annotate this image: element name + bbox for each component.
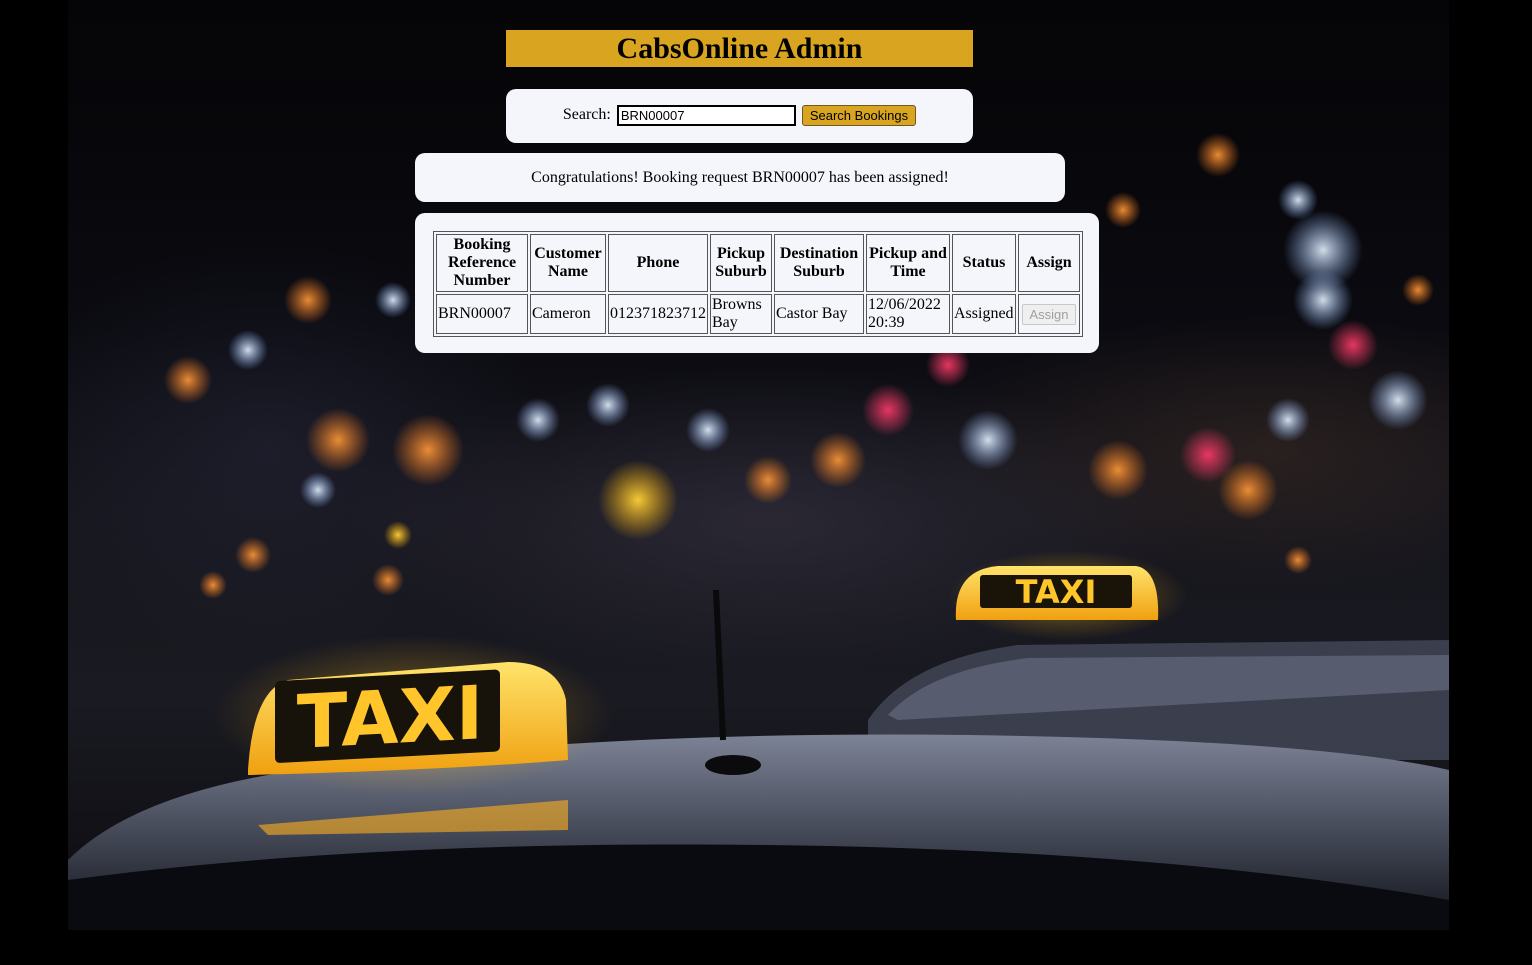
bookings-table: Booking Reference Number Customer Name P… xyxy=(433,231,1083,337)
header-assign: Assign xyxy=(1018,234,1080,292)
search-row: Search: Search Bookings xyxy=(506,105,973,126)
message-panel: Congratulations! Booking request BRN0000… xyxy=(415,153,1065,202)
bokeh-lights xyxy=(164,133,1434,599)
results-panel: Booking Reference Number Customer Name P… xyxy=(415,213,1099,353)
header-booking-ref: Booking Reference Number xyxy=(436,234,528,292)
cell-status: Assigned xyxy=(952,294,1016,334)
near-sign-text: TAXI xyxy=(297,670,484,766)
header-status: Status xyxy=(952,234,1016,292)
status-message: Congratulations! Booking request BRN0000… xyxy=(531,169,949,186)
far-sign-text: TAXI xyxy=(1016,573,1097,611)
cell-pickup-suburb: Browns Bay xyxy=(710,294,772,334)
header-pickup-time: Pickup and Time xyxy=(866,234,950,292)
search-label: Search: xyxy=(562,106,611,124)
table-row: BRN00007 Cameron 012371823712 Browns Bay… xyxy=(436,294,1080,334)
page-title: CabsOnline Admin xyxy=(506,30,973,67)
far-taxi-sign: TAXI xyxy=(948,550,1188,640)
search-panel: Search: Search Bookings xyxy=(506,89,973,143)
header-phone: Phone xyxy=(608,234,708,292)
cell-assign: Assign xyxy=(1018,294,1080,334)
header-destination-suburb: Destination Suburb xyxy=(774,234,864,292)
header-customer-name: Customer Name xyxy=(530,234,606,292)
header-pickup-suburb: Pickup Suburb xyxy=(710,234,772,292)
search-input[interactable] xyxy=(616,105,796,126)
page: TAXI TAXI CabsOnline Admin Search: BRN00… xyxy=(0,0,1532,965)
cell-customer-name: Cameron xyxy=(530,294,606,334)
cell-phone: 012371823712 xyxy=(608,294,708,334)
cell-destination-suburb: Castor Bay xyxy=(774,294,864,334)
search-bookings-button[interactable]: Search Bookings xyxy=(801,105,917,126)
table-header-row: Booking Reference Number Customer Name P… xyxy=(436,234,1080,292)
assign-button[interactable]: Assign xyxy=(1022,303,1076,325)
cell-booking-ref: BRN00007 xyxy=(436,294,528,334)
cell-pickup-time: 12/06/2022 20:39 xyxy=(866,294,950,334)
